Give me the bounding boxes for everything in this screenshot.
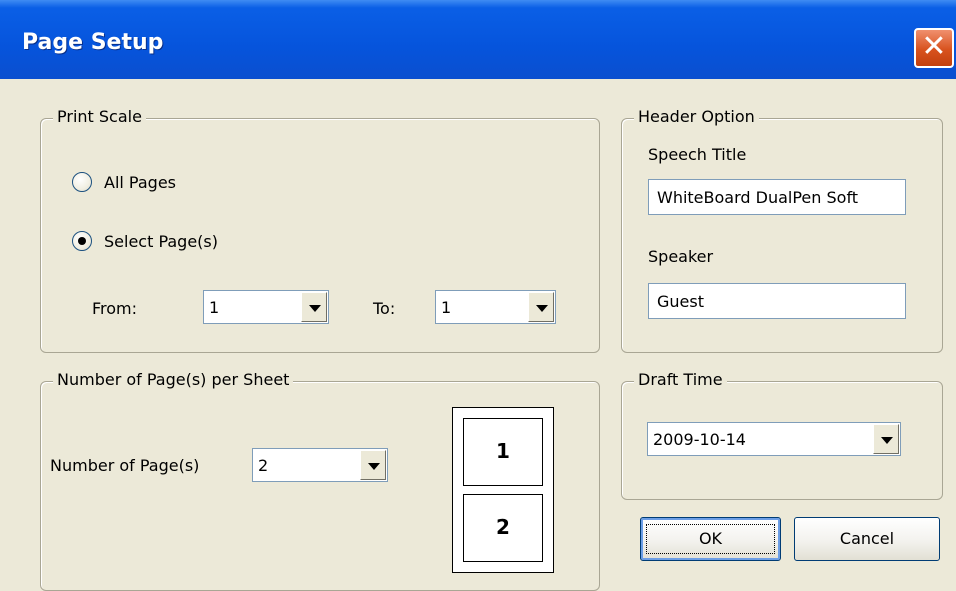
select-pages-label[interactable]: Select Page(s) bbox=[104, 232, 218, 251]
chevron-down-icon[interactable] bbox=[528, 292, 554, 322]
all-pages-radio[interactable] bbox=[72, 172, 92, 192]
cancel-button-label: Cancel bbox=[839, 529, 895, 548]
speaker-label: Speaker bbox=[648, 247, 714, 266]
all-pages-label[interactable]: All Pages bbox=[104, 173, 176, 192]
chevron-down-icon[interactable] bbox=[301, 292, 327, 322]
header-option-legend: Header Option bbox=[634, 107, 759, 126]
to-page-value: 1 bbox=[441, 298, 452, 317]
draft-time-legend: Draft Time bbox=[634, 370, 727, 389]
speaker-value: Guest bbox=[657, 292, 704, 311]
pages-per-sheet-legend: Number of Page(s) per Sheet bbox=[53, 370, 294, 389]
radio-selected-dot bbox=[78, 237, 86, 245]
from-page-combo[interactable]: 1 bbox=[203, 290, 329, 324]
speaker-field[interactable]: Guest bbox=[648, 283, 906, 319]
print-scale-legend: Print Scale bbox=[53, 107, 146, 126]
pages-per-sheet-combo[interactable]: 2 bbox=[252, 448, 388, 482]
sheet-preview: 1 2 bbox=[452, 407, 554, 573]
close-icon[interactable]: ✕ bbox=[914, 28, 954, 68]
title-bar: Page Setup ✕ bbox=[0, 0, 956, 79]
from-page-value: 1 bbox=[209, 298, 220, 317]
speech-title-field[interactable]: WhiteBoard DualPen Soft bbox=[648, 179, 906, 215]
focus-ring bbox=[646, 524, 775, 554]
draft-time-value: 2009-10-14 bbox=[653, 430, 746, 449]
select-pages-radio[interactable] bbox=[72, 231, 92, 251]
window-title: Page Setup bbox=[22, 30, 164, 55]
dialog-body: Print Scale All Pages Select Page(s) Fro… bbox=[0, 79, 956, 591]
ok-button[interactable]: OK bbox=[640, 517, 781, 561]
pages-per-sheet-label: Number of Page(s) bbox=[50, 456, 200, 475]
chevron-down-icon[interactable] bbox=[873, 424, 899, 454]
cancel-button[interactable]: Cancel bbox=[794, 517, 940, 561]
draft-time-picker[interactable]: 2009-10-14 bbox=[647, 422, 901, 456]
preview-page-2: 2 bbox=[463, 494, 543, 562]
to-label: To: bbox=[373, 299, 396, 318]
from-label: From: bbox=[92, 299, 138, 318]
to-page-combo[interactable]: 1 bbox=[435, 290, 556, 324]
speech-title-label: Speech Title bbox=[648, 145, 747, 164]
speech-title-value: WhiteBoard DualPen Soft bbox=[657, 188, 859, 207]
preview-page-1: 1 bbox=[463, 418, 543, 486]
pages-per-sheet-value: 2 bbox=[258, 456, 269, 475]
chevron-down-icon[interactable] bbox=[360, 450, 386, 480]
